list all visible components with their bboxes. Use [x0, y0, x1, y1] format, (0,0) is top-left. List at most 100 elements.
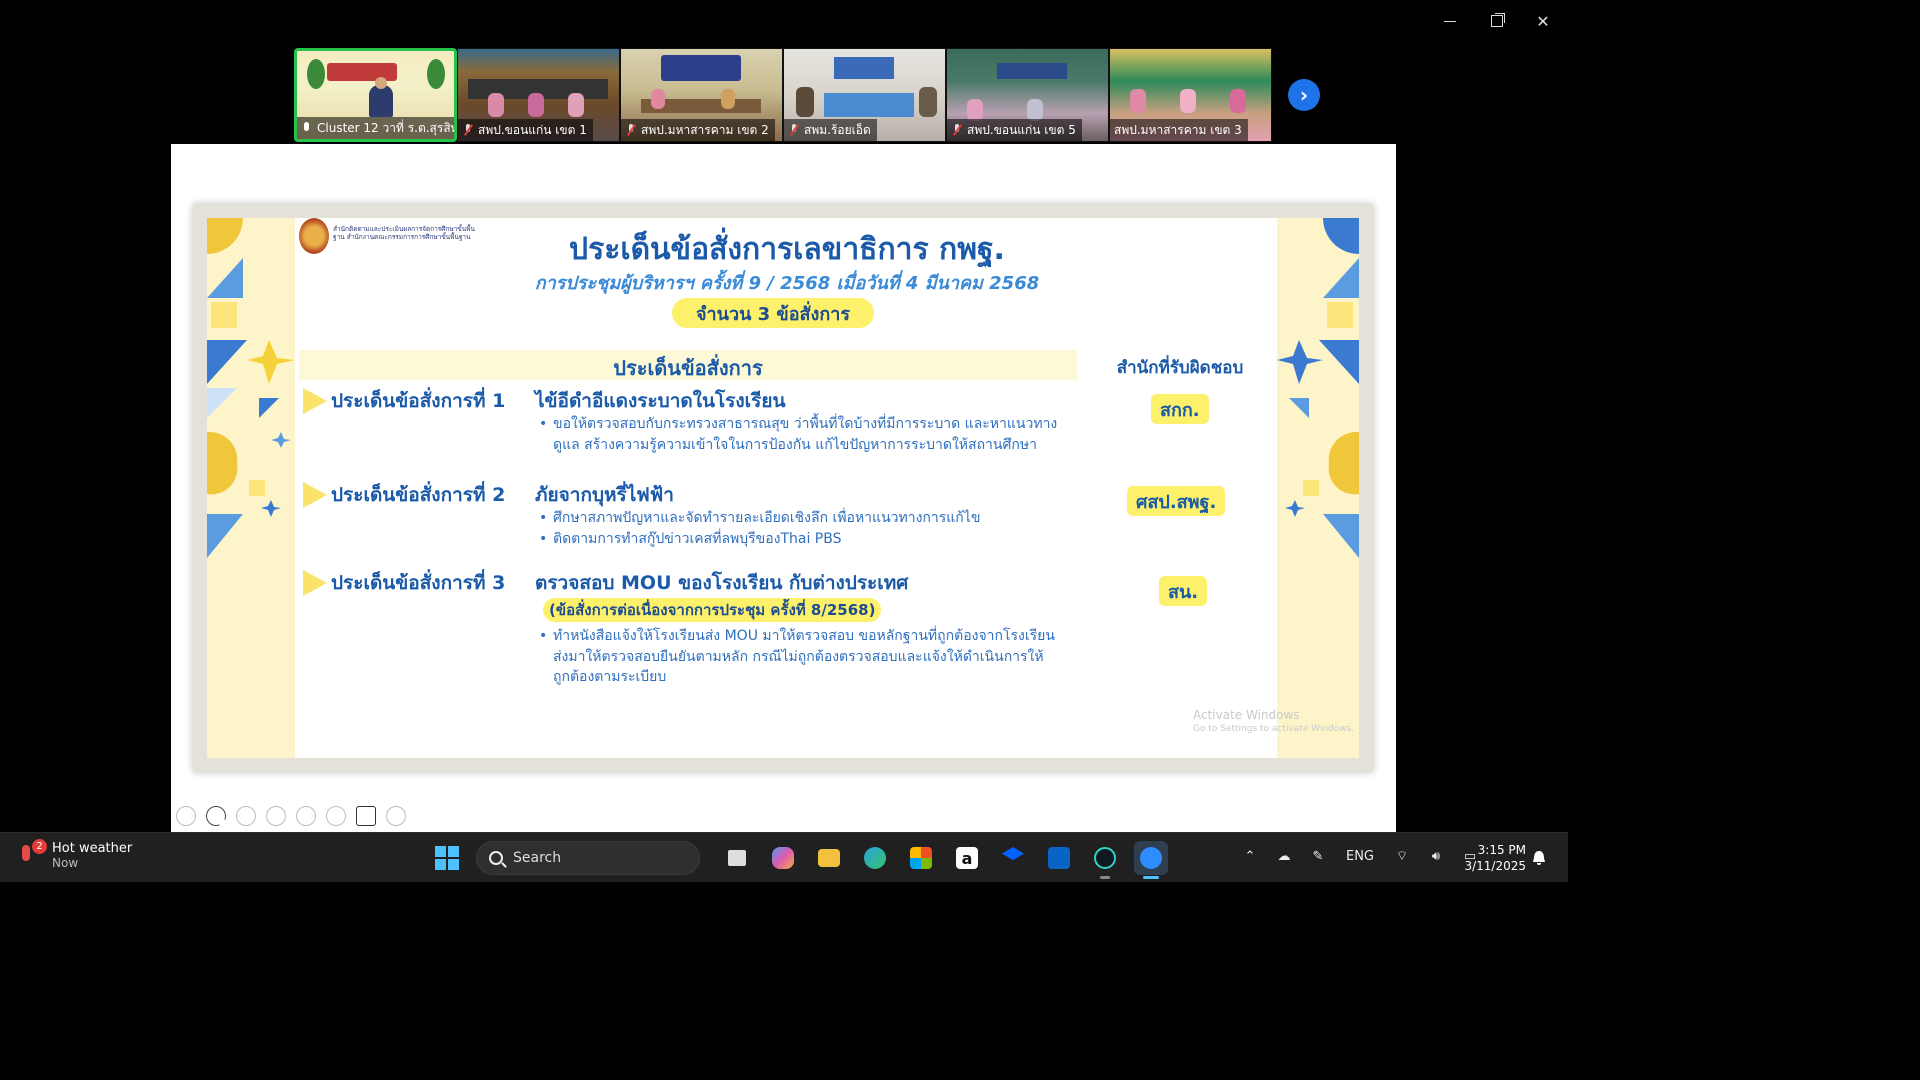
- wifi-icon[interactable]: ⌔: [1392, 846, 1412, 866]
- participant-name: สพป.มหาสารคาม เขต 3: [1114, 122, 1242, 137]
- bullet-item: ขอให้ตรวจสอบกับกระทรวงสาธารณสุข ว่าพื้นท…: [539, 414, 1059, 455]
- clock-time: 3:15 PM: [1477, 843, 1526, 857]
- next-page-icon[interactable]: ›: [1288, 79, 1320, 111]
- issue-bullets: ขอให้ตรวจสอบกับกระทรวงสาธารณสุข ว่าพื้นท…: [539, 414, 1059, 455]
- slide-subtitle: การประชุมผู้บริหารฯ ครั้งที่ 9 / 2568 เม…: [534, 273, 1040, 294]
- file-explorer-icon[interactable]: [812, 841, 846, 875]
- screen-icon[interactable]: [326, 806, 346, 826]
- window-minimize-button[interactable]: [1435, 8, 1465, 34]
- window-restore-button[interactable]: [1482, 8, 1512, 34]
- issue-topic: ตรวจสอบ MOU ของโรงเรียน กับต่างประเทศ: [535, 572, 909, 594]
- presentation-slide: สำนักติดตามและประเมินผลการจัดการศึกษาขั้…: [207, 218, 1359, 758]
- column-header-issue: ประเด็นข้อสั่งการ: [613, 356, 763, 380]
- video-camera-icon[interactable]: [356, 806, 376, 826]
- chevron-up-icon[interactable]: ⌃: [1240, 846, 1260, 866]
- weather-text: Hot weather Now: [52, 841, 132, 870]
- volume-icon[interactable]: 🔊︎: [1426, 846, 1446, 866]
- weather-widget[interactable]: 2 Hot weather Now: [20, 839, 132, 870]
- share-annotation-toolbar: [176, 806, 406, 826]
- mic-muted-icon: [462, 124, 474, 136]
- copilot-icon[interactable]: [766, 841, 800, 875]
- issue-label: ประเด็นข้อสั่งการที่ 1: [331, 390, 506, 412]
- mic-on-icon: [301, 122, 313, 134]
- dropbox-icon[interactable]: [996, 841, 1030, 875]
- bullet-item: ติดตามการทำสกู๊ปข่าวเคสที่ลพบุรีของThai …: [539, 529, 1059, 550]
- arrow-icon: [303, 388, 327, 414]
- participant-tile[interactable]: สพป.ขอนแก่น เขต 1: [457, 48, 620, 142]
- slide-title: ประเด็นข้อสั่งการเลขาธิการ กพฐ.: [569, 232, 1005, 267]
- start-icon[interactable]: [430, 841, 464, 875]
- search-icon: [489, 851, 503, 865]
- clock[interactable]: 3:15 PM 3/11/2025: [1464, 842, 1526, 874]
- issue-bullets: ศึกษาสภาพปัญหาและจัดทำรายละเอียดเชิงลึก …: [539, 508, 1059, 549]
- mic-muted-icon: [788, 124, 800, 136]
- participant-name: สพป.ขอนแก่น เขต 1: [478, 122, 587, 137]
- pen-icon[interactable]: [236, 806, 256, 826]
- geometric-pattern-left: [207, 218, 295, 558]
- participant-tile[interactable]: สพป.มหาสารคาม เขต 2: [620, 48, 783, 142]
- owner-badge: สกก.: [1151, 394, 1209, 424]
- thermometer-icon: 2: [20, 839, 47, 865]
- participant-name: สพม.ร้อยเอ็ด: [804, 122, 871, 137]
- window-close-button[interactable]: ✕: [1528, 8, 1558, 34]
- outlook-icon[interactable]: [1042, 841, 1076, 875]
- issue-label: ประเด็นข้อสั่งการที่ 2: [331, 484, 506, 506]
- owner-badge: สน.: [1159, 576, 1208, 606]
- notification-badge: 2: [32, 839, 47, 854]
- edge-icon[interactable]: [858, 841, 892, 875]
- issue-topic: ไข้อีดำอีแดงระบาดในโรงเรียน: [535, 390, 786, 412]
- issue-label: ประเด็นข้อสั่งการที่ 3: [331, 572, 506, 594]
- column-header-owner: สำนักที่รับผิดชอบ: [1116, 358, 1244, 378]
- search-placeholder: Search: [513, 850, 562, 866]
- mic-muted-icon: [625, 124, 637, 136]
- watermark-line-1: Activate Windows: [1193, 708, 1300, 722]
- weather-title: Hot weather: [52, 841, 133, 856]
- clock-date: 3/11/2025: [1464, 859, 1526, 873]
- bullet-item: ทำหนังสือแจ้งให้โรงเรียนส่ง MOU มาให้ตรว…: [539, 626, 1059, 688]
- webex-icon[interactable]: [1088, 841, 1122, 879]
- participant-name-label: สพม.ร้อยเอ็ด: [784, 119, 877, 141]
- issue-note: (ข้อสั่งการต่อเนื่องจากการประชุม ครั้งที…: [543, 598, 882, 622]
- participant-tile[interactable]: Cluster 12 วาที่ ร.ต.สุรสิท...: [294, 48, 457, 142]
- zoom-icon[interactable]: [1134, 841, 1168, 879]
- issue-bullets: ทำหนังสือแจ้งให้โรงเรียนส่ง MOU มาให้ตรว…: [539, 626, 1059, 688]
- system-tray: ⌃ ☁ ✎ ENG ⌔ 🔊︎ ▭: [1240, 846, 1480, 866]
- arrow-icon: [303, 482, 327, 508]
- obec-logo: [299, 218, 329, 254]
- participant-name-label: สพป.ขอนแก่น เขต 1: [458, 119, 593, 141]
- participant-tile[interactable]: สพป.มหาสารคาม เขต 3: [1109, 48, 1272, 142]
- participant-tile[interactable]: สพป.ขอนแก่น เขต 5: [946, 48, 1109, 142]
- shared-screen: สำนักติดตามและประเมินผลการจัดการศึกษาขั้…: [171, 144, 1396, 832]
- language-indicator[interactable]: ENG: [1342, 846, 1378, 866]
- arrow-icon: [303, 570, 327, 596]
- zoom-icon[interactable]: [296, 806, 316, 826]
- more-icon[interactable]: [386, 806, 406, 826]
- directive-count: จำนวน 3 ข้อสั่งการ: [672, 298, 874, 328]
- taskbar-apps: Search a: [430, 841, 1168, 879]
- onedrive-icon[interactable]: ☁: [1274, 846, 1294, 866]
- participant-name: สพป.มหาสารคาม เขต 2: [641, 122, 769, 137]
- task-view-icon[interactable]: [720, 841, 754, 875]
- participant-tile[interactable]: สพม.ร้อยเอ็ด: [783, 48, 946, 142]
- search-box[interactable]: Search: [476, 841, 700, 875]
- bullet-item: ศึกษาสภาพปัญหาและจัดทำรายละเอียดเชิงลึก …: [539, 508, 1059, 529]
- amazon-icon[interactable]: a: [950, 841, 984, 875]
- slide-right-decoration: [1277, 218, 1359, 758]
- pen-menu-icon[interactable]: ✎: [1308, 846, 1328, 866]
- participant-name: สพป.ขอนแก่น เขต 5: [967, 122, 1076, 137]
- participant-name-label: สพป.มหาสารคาม เขต 2: [621, 119, 775, 141]
- store-icon[interactable]: [904, 841, 938, 875]
- slide-left-decoration: [207, 218, 295, 758]
- previous-icon[interactable]: [176, 806, 196, 826]
- geometric-pattern-right: [1277, 218, 1359, 558]
- weather-subtitle: Now: [52, 856, 79, 870]
- activate-windows-watermark: Activate Windows Go to Settings to activ…: [1193, 708, 1354, 736]
- issue-topic: ภัยจากบุหรี่ไฟฟ้า: [535, 484, 674, 506]
- participant-name: Cluster 12 วาที่ ร.ต.สุรสิท...: [317, 120, 454, 135]
- slide-frame: สำนักติดตามและประเมินผลการจัดการศึกษาขั้…: [193, 204, 1373, 772]
- participant-name-label: Cluster 12 วาที่ ร.ต.สุรสิท...: [297, 117, 454, 139]
- notification-bell-icon[interactable]: [1530, 849, 1548, 867]
- zoom-meeting-window: ✕ Cluster 12 วาที่ ร.ต.สุรสิท...: [0, 0, 1568, 882]
- copy-icon[interactable]: [266, 806, 286, 826]
- organization-name: สำนักติดตามและประเมินผลการจัดการศึกษาขั้…: [333, 225, 475, 241]
